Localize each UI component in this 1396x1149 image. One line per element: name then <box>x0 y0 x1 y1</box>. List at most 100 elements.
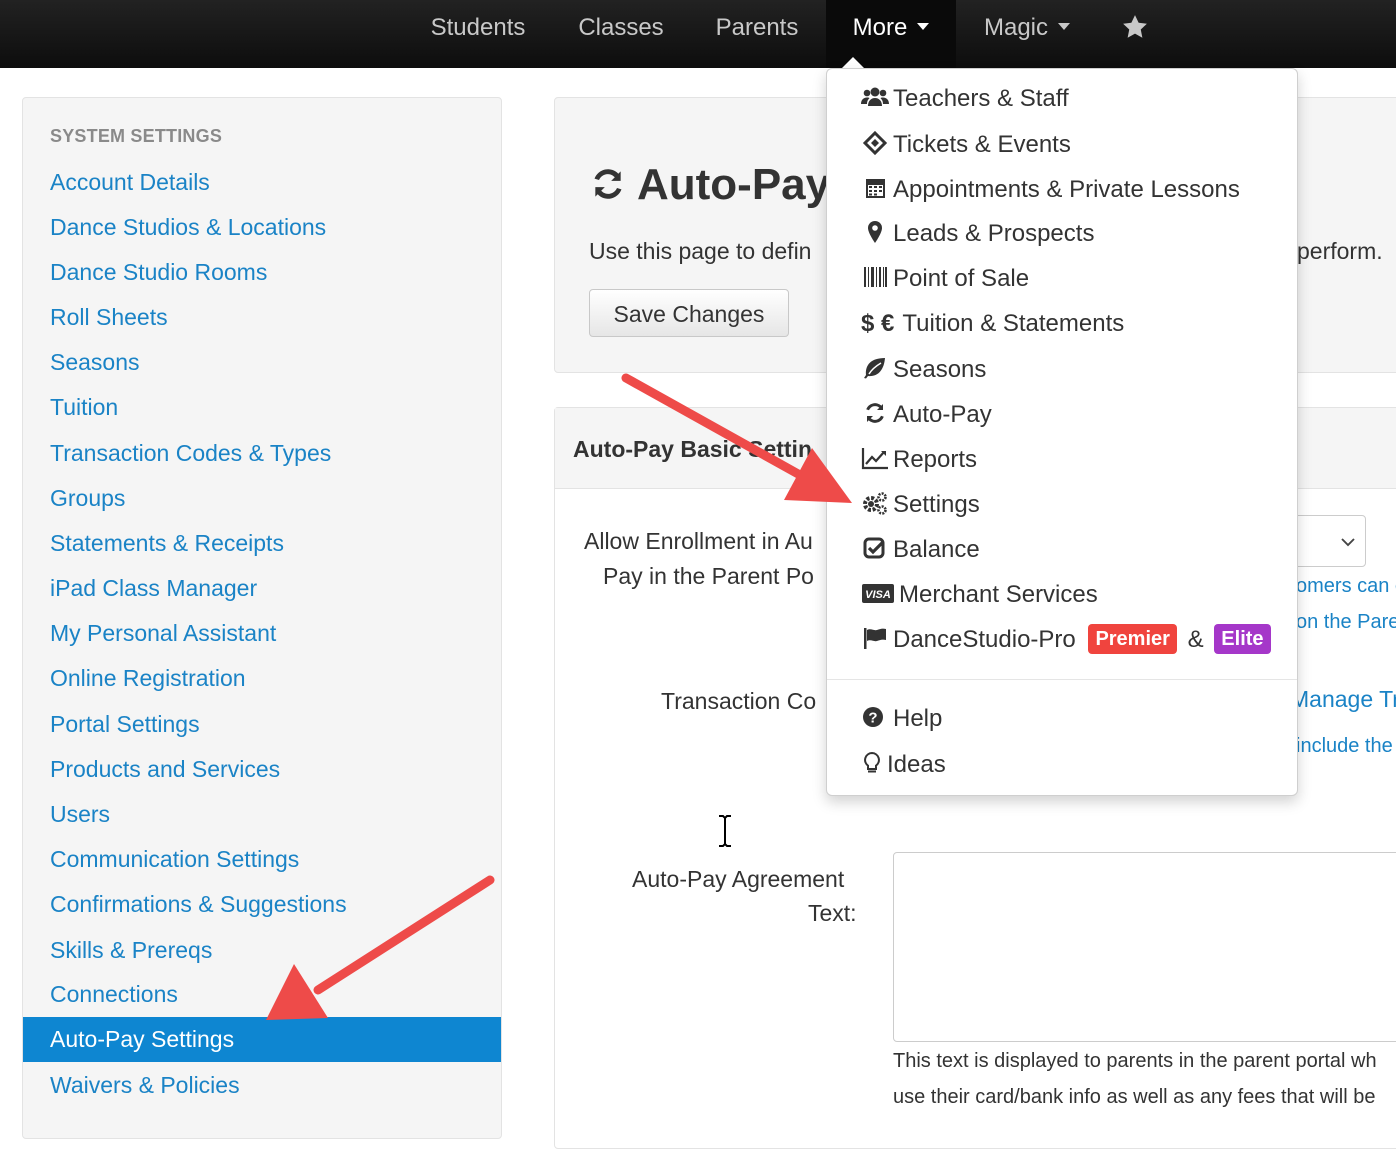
menu-label: Tuition & Statements <box>902 310 1125 337</box>
sidebar-item-online-registration[interactable]: Online Registration <box>23 656 501 700</box>
menu-label: Tickets & Events <box>893 131 1071 158</box>
system-settings-sidebar: SYSTEM SETTINGS Account Details Dance St… <box>22 97 502 1139</box>
menu-item-appointments[interactable]: Appointments & Private Lessons <box>861 170 1240 210</box>
svg-text:VISA: VISA <box>865 589 891 601</box>
caret-down-icon <box>917 23 930 31</box>
menu-label: Ideas <box>887 751 946 778</box>
agreement-note-line1: This text is displayed to parents in the… <box>893 1050 1377 1072</box>
ticket-icon <box>862 131 888 155</box>
allow-enrollment-help-line1: omers can c <box>1296 575 1396 597</box>
menu-label: Auto-Pay <box>893 401 992 428</box>
refresh-icon <box>594 169 622 199</box>
menu-item-seasons[interactable]: Seasons <box>861 350 986 390</box>
sidebar-item-account-details[interactable]: Account Details <box>23 160 501 204</box>
menu-label: Point of Sale <box>893 265 1030 292</box>
page-title: Auto-Pay <box>589 160 830 210</box>
menu-item-reports[interactable]: Reports <box>861 440 977 480</box>
agreement-label-line1: Auto-Pay Agreement <box>632 866 845 892</box>
menu-item-tickets-events[interactable]: Tickets & Events <box>861 125 1071 165</box>
sidebar-item-skills-prereqs[interactable]: Skills & Prereqs <box>23 928 501 972</box>
sidebar-item-roll-sheets[interactable]: Roll Sheets <box>23 295 501 339</box>
allow-enrollment-help-line2: on the Pare <box>1296 611 1396 633</box>
menu-item-auto-pay[interactable]: Auto-Pay <box>861 395 992 435</box>
map-marker-icon <box>868 221 882 243</box>
sidebar-item-personal-assistant[interactable]: My Personal Assistant <box>23 611 501 655</box>
sidebar-item-dance-studio-rooms[interactable]: Dance Studio Rooms <box>23 250 501 294</box>
nav-parents[interactable]: Parents <box>694 0 820 68</box>
flag-icon <box>864 628 886 649</box>
visa-icon: VISA <box>862 584 894 603</box>
menu-label: Appointments & Private Lessons <box>893 176 1240 203</box>
menu-label: Merchant Services <box>899 581 1098 608</box>
transaction-code-label: Transaction Co <box>661 688 817 714</box>
save-changes-button[interactable]: Save Changes <box>589 289 789 337</box>
nav-classes[interactable]: Classes <box>556 0 686 68</box>
star-icon[interactable] <box>1120 12 1150 42</box>
agreement-note-line2: use their card/bank info as well as any … <box>893 1086 1376 1108</box>
text-cursor-icon <box>719 815 731 847</box>
sidebar-item-connections[interactable]: Connections <box>23 972 501 1016</box>
more-dropdown-menu: Teachers & Staff Tickets & Events Appoin… <box>826 68 1298 796</box>
sidebar-item-seasons[interactable]: Seasons <box>23 340 501 384</box>
menu-label: DanceStudio-Pro <box>893 626 1076 653</box>
menu-item-teachers-staff[interactable]: Teachers & Staff <box>861 79 1069 119</box>
nav-magic[interactable]: Magic <box>964 0 1090 68</box>
page-description-tail: perform. <box>1297 238 1383 264</box>
cogs-icon <box>863 492 887 515</box>
menu-label: Balance <box>893 536 980 563</box>
check-square-icon <box>863 537 885 559</box>
menu-item-point-of-sale[interactable]: Point of Sale <box>861 259 1029 299</box>
nav-magic-label: Magic <box>983 14 1049 41</box>
menu-item-tuition-statements[interactable]: $ € Tuition & Statements <box>861 304 1124 344</box>
menu-label: Settings <box>893 491 980 518</box>
top-navbar: Students Classes Parents More Magic <box>0 0 1396 68</box>
sidebar-item-tuition[interactable]: Tuition <box>23 385 501 429</box>
transaction-help-text: include the <box>1296 735 1393 757</box>
calendar-icon <box>866 179 885 198</box>
menu-item-merchant-services[interactable]: VISA Merchant Services <box>861 575 1098 615</box>
sidebar-item-confirmations-suggestions[interactable]: Confirmations & Suggestions <box>23 882 501 926</box>
sidebar-item-waivers-policies[interactable]: Waivers & Policies <box>23 1063 501 1107</box>
refresh-icon <box>866 403 884 423</box>
sidebar-item-ipad-class-manager[interactable]: iPad Class Manager <box>23 566 501 610</box>
sidebar-item-products-services[interactable]: Products and Services <box>23 747 501 791</box>
sidebar-header: SYSTEM SETTINGS <box>50 126 223 146</box>
menu-item-dancestudio-pro[interactable]: DanceStudio-Pro Premier & Elite <box>861 620 1271 660</box>
elite-badge: Elite <box>1214 624 1271 654</box>
sidebar-item-groups[interactable]: Groups <box>23 476 501 520</box>
allow-enrollment-label-line1: Allow Enrollment in Au <box>584 528 813 554</box>
chevron-down-icon <box>1341 538 1355 547</box>
agreement-text-textarea[interactable] <box>893 852 1396 1042</box>
currency-icon: $ € <box>861 310 895 337</box>
caret-down-icon <box>1058 23 1071 31</box>
barcode-icon <box>864 267 887 287</box>
menu-label: Leads & Prospects <box>893 220 1095 247</box>
menu-label: Reports <box>893 446 978 473</box>
sidebar-item-auto-pay-settings[interactable]: Auto-Pay Settings <box>23 1017 501 1062</box>
menu-item-ideas[interactable]: Ideas <box>861 745 946 785</box>
menu-label: Teachers & Staff <box>893 85 1069 112</box>
sidebar-item-users[interactable]: Users <box>23 792 501 836</box>
basic-settings-title: Auto-Pay Basic Settin <box>573 436 812 462</box>
menu-item-leads-prospects[interactable]: Leads & Prospects <box>861 214 1094 254</box>
menu-item-settings[interactable]: Settings <box>861 485 980 525</box>
sidebar-item-portal-settings[interactable]: Portal Settings <box>23 702 501 746</box>
nav-more-label: More <box>852 14 908 41</box>
sidebar-item-communication-settings[interactable]: Communication Settings <box>23 837 501 881</box>
menu-divider <box>827 679 1297 680</box>
sidebar-item-transaction-codes[interactable]: Transaction Codes & Types <box>23 431 501 475</box>
agreement-label-line2: Text: <box>808 900 857 926</box>
sidebar-item-dance-studios-locations[interactable]: Dance Studios & Locations <box>23 205 501 249</box>
allow-enrollment-label-line2: Pay in the Parent Po <box>603 563 814 589</box>
page-title-text: Auto-Pay <box>637 160 831 209</box>
sidebar-item-statements-receipts[interactable]: Statements & Receipts <box>23 521 501 565</box>
question-circle-icon: ? <box>863 707 883 727</box>
nav-students[interactable]: Students <box>408 0 548 68</box>
line-chart-icon <box>861 448 888 470</box>
menu-label: Help <box>893 705 943 732</box>
lightbulb-icon <box>864 751 880 773</box>
menu-item-balance[interactable]: Balance <box>861 530 980 570</box>
menu-item-help[interactable]: ? Help <box>861 699 942 739</box>
svg-text:?: ? <box>868 710 877 727</box>
manage-transaction-link[interactable]: Manage Tr <box>1290 686 1396 713</box>
